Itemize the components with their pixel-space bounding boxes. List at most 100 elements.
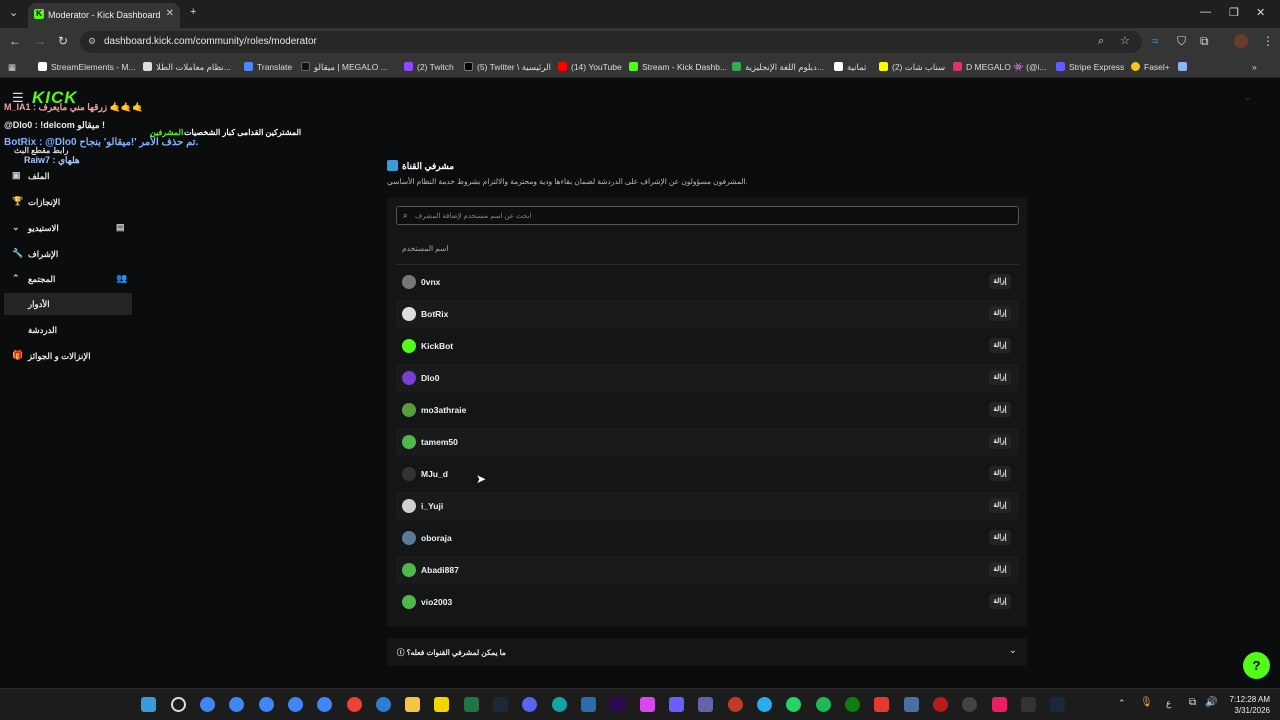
whatsapp-icon[interactable] [786,697,801,712]
bookmark-item[interactable]: دبلوم اللغة الإنجليزية... [732,62,824,73]
maximize-icon[interactable]: ❐ [1229,6,1239,19]
chrome-icon[interactable] [200,697,215,712]
close-tab-icon[interactable]: ✕ [166,8,174,19]
tab-search-icon[interactable]: ⌄ [9,6,18,19]
file-explorer-icon[interactable] [405,697,420,712]
extensions-puzzle-icon[interactable]: ⧉ [1200,34,1209,49]
browser-tab[interactable]: K Moderator - Kick Dashboard ✕ [28,3,180,28]
bookmark-extra-icon[interactable] [1178,62,1191,72]
youtube-icon [558,62,567,71]
apps-grid-icon[interactable]: ▦ [8,62,16,73]
remove-moderator-button[interactable]: إزالة [989,370,1011,385]
app-icon[interactable] [376,697,391,712]
remove-moderator-button[interactable]: إزالة [989,402,1011,417]
bookmark-item[interactable]: Translate [244,62,292,72]
sidebar-item-achievements[interactable]: 🏆 الإنجازات [4,191,132,213]
teams-icon[interactable] [698,697,713,712]
chrome-icon[interactable] [229,697,244,712]
bookmark-item[interactable]: StreamElements - M... [38,62,136,72]
sidebar-item-moderation[interactable]: 🔧 الإشراف [4,243,132,265]
remove-moderator-button[interactable]: إزالة [989,594,1011,609]
discord-icon[interactable] [522,697,537,712]
bookmark-item[interactable]: نظام معاملات الطلا... [143,62,231,73]
app-icon[interactable] [962,697,977,712]
remove-moderator-button[interactable]: إزالة [989,466,1011,481]
sidebar-item-studio[interactable]: ⌄ الاستيديو ▤ [4,217,132,239]
spotify-icon[interactable] [816,697,831,712]
faq-accordion[interactable]: ⓘ ما يمكن لمشرفي القنوات فعله؟ ⌄ [387,638,1027,666]
bookmark-star-icon[interactable]: ☆ [1120,34,1130,47]
profile-avatar[interactable] [1234,34,1248,48]
app-icon[interactable] [581,697,596,712]
search-field[interactable]: ⌕ [396,206,1019,225]
network-icon[interactable]: ⧉ [1189,697,1196,708]
bookmark-item[interactable]: ثمانية [834,62,866,73]
remove-moderator-button[interactable]: إزالة [989,562,1011,577]
sidebar-item-roles[interactable]: الأدوار [4,293,132,315]
remove-moderator-button[interactable]: إزالة [989,338,1011,353]
app-icon[interactable] [640,697,655,712]
chrome-active-icon[interactable] [347,697,362,712]
windows-start-icon[interactable] [141,697,156,712]
bookmark-item[interactable]: D MEGALO 👾 (@i... [953,62,1047,73]
remove-moderator-button[interactable]: إزالة [989,530,1011,545]
language-indicator[interactable]: ع [1166,698,1171,709]
remove-moderator-button[interactable]: إزالة [989,434,1011,449]
zoom-icon[interactable]: ⌕ [1098,35,1104,48]
excel-icon[interactable] [464,697,479,712]
chrome-icon[interactable] [288,697,303,712]
edge-icon[interactable] [552,697,567,712]
bookmark-item[interactable]: ميقالو | MEGALO ... [301,62,388,73]
bookmark-item[interactable]: Stripe Express [1056,62,1124,72]
bookmark-item[interactable]: (2) Twitch [404,62,454,72]
remove-moderator-button[interactable]: إزالة [989,274,1011,289]
volume-icon[interactable]: 🔊 [1205,697,1217,708]
sidebar-item-chat[interactable]: الدردشة [4,319,132,341]
bookmark-item[interactable]: Fasel+ [1131,62,1170,72]
steam-icon[interactable] [1050,697,1065,712]
steam-icon[interactable] [493,697,508,712]
moderator-username: tamem50 [421,437,458,447]
search-icon[interactable] [171,697,186,712]
system-clock[interactable]: 7:12:28 AM 3/31/2026 [1230,694,1270,716]
app-icon[interactable] [933,697,948,712]
chrome-icon[interactable] [259,697,274,712]
xbox-icon[interactable] [845,697,860,712]
app-icon[interactable] [992,697,1007,712]
premiere-icon[interactable] [610,697,625,712]
remove-moderator-button[interactable]: إزالة [989,498,1011,513]
minimize-icon[interactable]: — [1200,6,1211,18]
sidebar-item-profile[interactable]: ▣ الملف [4,165,132,187]
close-window-icon[interactable]: ✕ [1256,6,1265,19]
microphone-icon[interactable]: 🎙 [1140,697,1153,708]
sidebar-item-community[interactable]: ⌃ المجتمع 👥 [4,268,132,290]
collapse-icon[interactable]: ⌄ [1244,92,1252,103]
notes-icon[interactable] [434,697,449,712]
reload-icon[interactable]: ↻ [58,34,68,48]
bookmark-item[interactable]: (14) YouTube [558,62,622,72]
bookmarks-overflow-icon[interactable]: » [1252,62,1257,72]
app-icon[interactable] [874,697,889,712]
remove-moderator-button[interactable]: إزالة [989,306,1011,321]
extension-translate-icon[interactable]: ≈ [1152,34,1159,48]
new-tab-icon[interactable]: + [190,6,196,18]
bookmark-item[interactable]: Stream - Kick Dashb... [629,62,727,72]
bookmark-item[interactable]: (5) Twitter \ الرئيسية [464,62,551,73]
chrome-icon[interactable] [317,697,332,712]
back-icon[interactable]: ← [9,34,21,48]
sidebar-item-drops-rewards[interactable]: 🎁 الإنزالات و الجوائز [4,345,132,367]
forward-icon[interactable]: → [34,34,46,48]
telegram-icon[interactable] [757,697,772,712]
app-icon[interactable] [728,697,743,712]
app-icon[interactable] [904,697,919,712]
tray-chevron-icon[interactable]: ⌃ [1118,698,1126,709]
bookmark-item[interactable]: (2) سناب شات [879,62,945,73]
search-input[interactable] [415,209,1005,223]
address-bar[interactable]: ⚙ dashboard.kick.com/community/roles/mod… [80,31,1142,53]
help-chat-button[interactable]: ? [1243,652,1270,679]
chrome-menu-icon[interactable]: ⋮ [1262,34,1274,48]
app-icon[interactable] [1021,697,1036,712]
extension-shield-icon[interactable]: ⛉ [1177,34,1186,49]
site-info-icon[interactable]: ⚙ [88,36,96,47]
app-icon[interactable] [669,697,684,712]
